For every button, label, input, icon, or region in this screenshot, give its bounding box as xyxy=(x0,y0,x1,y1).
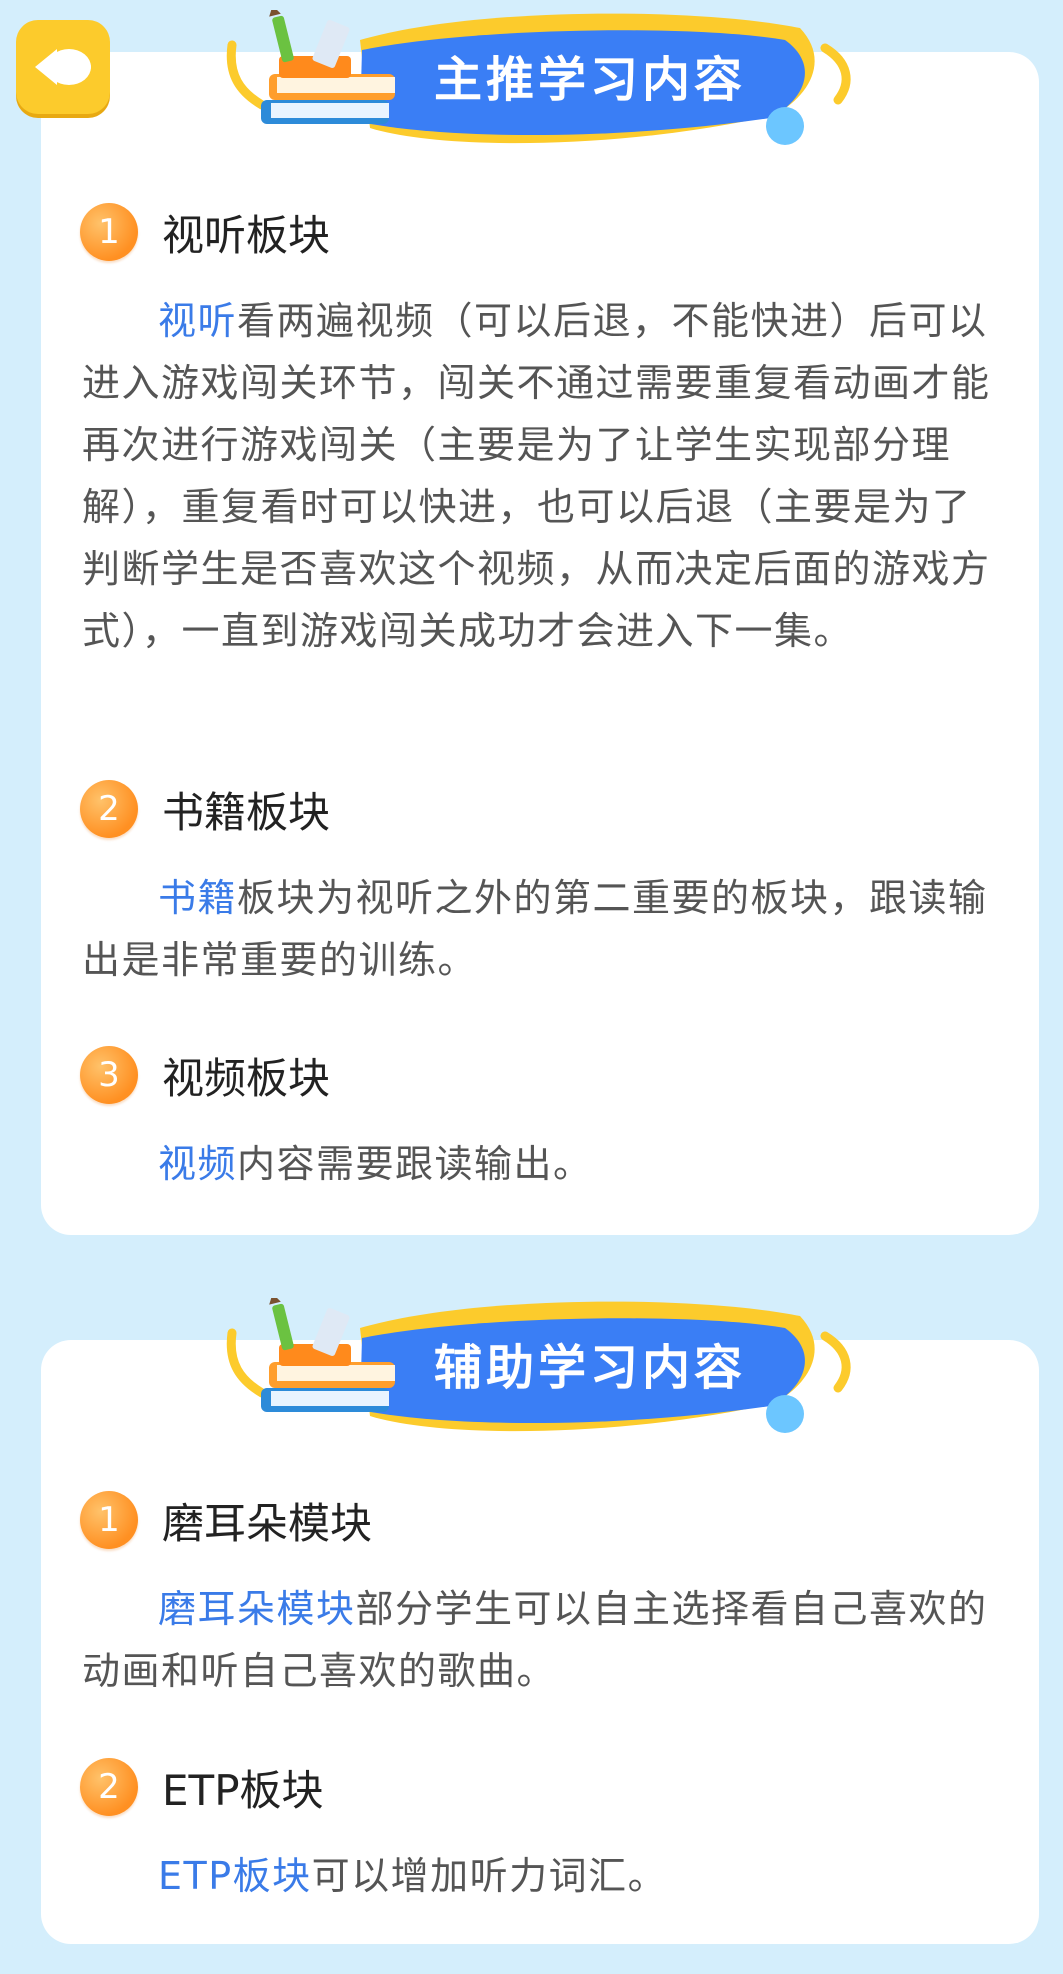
section-title: 视听板块 xyxy=(162,210,331,260)
paragraph-text: 看两遍视频（可以后退，不能快进）后可以进入游戏闯关环节，闯关不通过需要重复看动画… xyxy=(82,299,991,653)
books-icon xyxy=(261,10,395,124)
section-title: 书籍板块 xyxy=(162,787,331,837)
section-title: 视频板块 xyxy=(162,1053,331,1103)
number-badge: 2 xyxy=(80,780,138,838)
section-header: 2 书籍板块 xyxy=(80,777,330,841)
paragraph-text: 可以增加听力词汇。 xyxy=(311,1854,668,1898)
section-paragraph: ETP板块可以增加听力词汇。 xyxy=(82,1845,1002,1907)
section-title: 辅助学习内容 xyxy=(433,1340,746,1396)
paragraph-text: 内容需要跟读输出。 xyxy=(237,1142,593,1186)
highlight-text: ETP板块 xyxy=(158,1854,312,1898)
section-title: 磨耳朵模块 xyxy=(162,1498,373,1548)
section-paragraph: 视听看两遍视频（可以后退，不能快进）后可以进入游戏闯关环节，闯关不通过需要重复看… xyxy=(82,290,1002,662)
section-paragraph: 磨耳朵模块部分学生可以自主选择看自己喜欢的动画和听自己喜欢的歌曲。 xyxy=(82,1578,1002,1702)
section-header: 1 磨耳朵模块 xyxy=(80,1488,372,1552)
number-badge: 1 xyxy=(80,1491,138,1549)
number-badge: 3 xyxy=(80,1046,138,1104)
number-badge: 2 xyxy=(80,1758,138,1816)
highlight-text: 书籍 xyxy=(158,876,238,920)
back-button[interactable] xyxy=(16,20,110,114)
section-title: ETP板块 xyxy=(162,1765,324,1815)
number-badge: 1 xyxy=(80,203,138,261)
section-paragraph: 视频内容需要跟读输出。 xyxy=(82,1133,1002,1195)
aux-section-banner: 辅助学习内容 xyxy=(0,1288,1063,1438)
section-header: 1 视听板块 xyxy=(80,200,330,264)
section-title: 主推学习内容 xyxy=(433,52,746,108)
books-icon xyxy=(261,1298,395,1412)
section-header: 2 ETP板块 xyxy=(80,1755,324,1819)
section-header: 3 视频板块 xyxy=(80,1043,330,1107)
highlight-text: 视频 xyxy=(158,1142,238,1186)
section-paragraph: 书籍板块为视听之外的第二重要的板块，跟读输出是非常重要的训练。 xyxy=(82,867,1002,991)
highlight-text: 磨耳朵模块 xyxy=(158,1587,356,1631)
back-arrow-icon xyxy=(35,49,91,85)
highlight-text: 视听 xyxy=(158,299,238,343)
main-section-banner: 主推学习内容 xyxy=(0,0,1063,150)
